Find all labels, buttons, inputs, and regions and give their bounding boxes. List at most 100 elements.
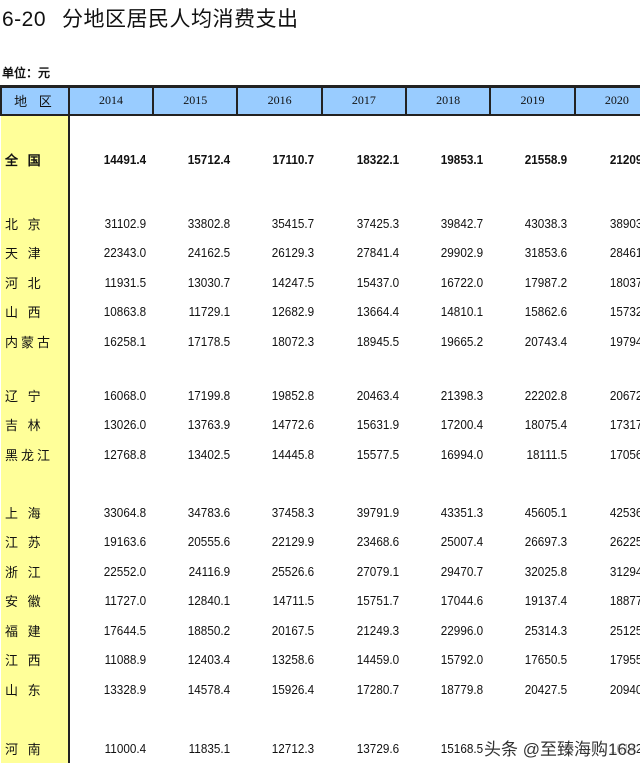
value-cell: 25314.3	[525, 622, 568, 638]
data-table: 地 区 2014 2015 2016 2017 2018 2019 2020 全 国 14491…	[0, 85, 640, 763]
value-cell: 17110.7	[272, 151, 315, 167]
value-cell: 16722.0	[440, 274, 484, 290]
table-row: 上 海 33064.8 34783.6 37458.3 39791.9 43351.3 45…	[1, 497, 640, 527]
value-cell: 14445.8	[272, 446, 315, 462]
value-cell: 18945.5	[356, 333, 399, 349]
region-cell: 黑龙江	[1, 439, 70, 469]
table-row: 辽 宁 16068.0 17199.8 19852.8 20463.4 21398.3 22…	[1, 380, 640, 410]
spacer-row	[1, 356, 640, 381]
value-cell: 14459.0	[356, 652, 399, 668]
value-cell: 33802.8	[187, 215, 231, 231]
region-cell: 福 建	[1, 615, 70, 645]
value-cell: 13729.6	[356, 740, 399, 756]
table-row: 江 苏 19163.6 20555.6 22129.9 23468.6 25007.4 26…	[1, 527, 640, 557]
header-year: 2020	[573, 85, 640, 116]
value-cell: 20940.1	[609, 681, 640, 697]
value-cell: 27079.1	[356, 563, 399, 579]
value-cell: 12403.4	[187, 652, 231, 668]
value-cell: 24162.5	[187, 245, 231, 261]
value-cell: 13030.7	[187, 274, 231, 290]
value-cell: 17644.5	[103, 622, 146, 638]
table-row: 天 津 22343.0 24162.5 26129.3 27841.4 29902.9 31…	[1, 238, 640, 268]
value-cell: 28461.4	[609, 245, 640, 261]
value-cell: 12768.8	[103, 446, 146, 462]
value-cell: 12682.9	[272, 304, 315, 320]
value-cell: 19137.4	[525, 593, 568, 609]
table-title-text: 分地区居民人均消费支出	[62, 8, 299, 31]
header-year: 2014	[67, 85, 155, 116]
value-cell: 20555.6	[187, 534, 231, 550]
value-cell: 14711.5	[273, 593, 315, 609]
header-year: 2018	[405, 85, 492, 116]
value-cell: 16068.0	[103, 387, 146, 403]
value-cell: 22202.8	[525, 387, 568, 403]
value-cell: 37425.3	[356, 215, 399, 231]
value-cell: 14578.4	[187, 681, 231, 697]
spacer-row	[1, 469, 640, 498]
value-cell: 39791.9	[356, 504, 399, 520]
region-cell: 河 南	[1, 733, 70, 763]
value-cell: 18037.0	[609, 274, 640, 290]
value-cell: 20672.1	[609, 387, 640, 403]
value-cell: 18850.2	[187, 622, 231, 638]
value-cell: 18877.3	[609, 593, 640, 609]
value-cell: 15862.6	[525, 304, 568, 320]
value-cell: 21249.3	[356, 622, 399, 638]
value-cell: 17955.3	[609, 652, 640, 668]
table-row: 福 建 17644.5 18850.2 20167.5 21249.3 22996.0 25…	[1, 615, 640, 645]
value-cell: 18779.8	[440, 681, 484, 697]
region-cell: 吉 林	[1, 410, 70, 440]
value-cell: 18075.4	[525, 417, 568, 433]
value-cell: 19794.5	[609, 333, 640, 349]
spacer-row	[1, 704, 640, 734]
value-cell: 31102.9	[104, 215, 146, 231]
region-cell: 全 国	[1, 114, 70, 203]
value-cell: 25007.4	[440, 534, 484, 550]
value-cell: 19852.8	[272, 387, 315, 403]
value-cell: 21398.3	[440, 387, 484, 403]
value-cell: 20167.5	[272, 622, 315, 638]
table-row: 安 徽 11727.0 12840.1 14711.5 15751.7 17044.6 19…	[1, 586, 640, 616]
value-cell: 19163.6	[103, 534, 146, 550]
value-cell: 32025.8	[525, 563, 568, 579]
table-row: 河 北 11931.5 13030.7 14247.5 15437.0 16722.0 17…	[1, 267, 640, 297]
value-cell: 39842.7	[440, 215, 484, 231]
value-cell: 11729.1	[188, 304, 231, 320]
table-row: 北 京 31102.9 33802.8 35415.7 37425.3 39842.7 43…	[1, 208, 640, 238]
value-cell: 19665.2	[440, 333, 484, 349]
value-cell: 13328.9	[103, 681, 146, 697]
value-cell: 10863.8	[103, 304, 146, 320]
value-cell: 22129.9	[272, 534, 315, 550]
value-cell: 21558.9	[525, 151, 568, 167]
value-cell: 11931.5	[104, 274, 146, 290]
value-cell: 15577.5	[356, 446, 399, 462]
value-cell: 43351.3	[440, 504, 484, 520]
value-cell: 12712.3	[272, 740, 315, 756]
value-cell: 27841.4	[356, 245, 399, 261]
region-cell: 安 徽	[1, 586, 70, 616]
value-cell: 15168.5	[440, 740, 484, 756]
value-cell: 34783.6	[187, 504, 231, 520]
value-cell: 13402.5	[187, 446, 231, 462]
value-cell: 20743.4	[525, 333, 568, 349]
value-cell: 17280.7	[356, 681, 399, 697]
value-cell: 14810.1	[440, 304, 484, 320]
value-cell: 31294.7	[609, 563, 640, 579]
value-cell: 31853.6	[525, 245, 568, 261]
table-title: 6-20 分地区居民人均消费支出	[2, 3, 299, 33]
region-cell: 江 苏	[1, 527, 70, 557]
value-cell: 14491.4	[103, 151, 146, 167]
header-year: 2015	[152, 85, 239, 116]
value-cell: 15926.4	[272, 681, 315, 697]
table-row: 山 东 13328.9 14578.4 15926.4 17280.7 18779.8 20…	[1, 674, 640, 704]
value-cell: 37458.3	[272, 504, 315, 520]
value-cell: 22343.0	[103, 245, 146, 261]
region-cell: 北 京	[1, 208, 70, 238]
value-cell: 17650.5	[525, 652, 568, 668]
table-row: 全 国 14491.4 15712.4 17110.7 18322.1 19853.1 21…	[1, 114, 640, 203]
value-cell: 17317.7	[609, 417, 640, 433]
value-cell: 35415.7	[272, 215, 315, 231]
header-row: 地 区 2014 2015 2016 2017 2018 2019 2020	[0, 85, 640, 116]
value-cell: 33064.8	[103, 504, 146, 520]
value-cell: 18322.1	[356, 151, 399, 167]
